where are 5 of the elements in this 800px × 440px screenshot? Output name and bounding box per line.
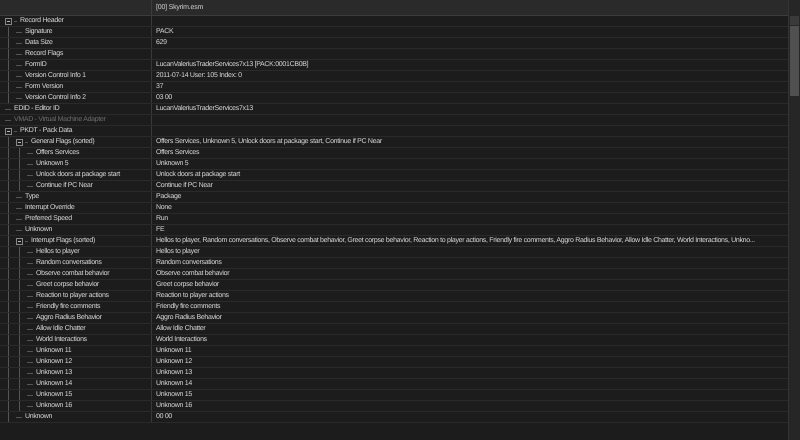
collapse-icon[interactable] [5, 18, 12, 24]
collapse-icon[interactable] [16, 238, 23, 244]
scrollbar-thumb[interactable] [790, 26, 799, 96]
collapse-icon[interactable] [5, 128, 12, 134]
collapse-icon[interactable] [16, 138, 23, 146]
